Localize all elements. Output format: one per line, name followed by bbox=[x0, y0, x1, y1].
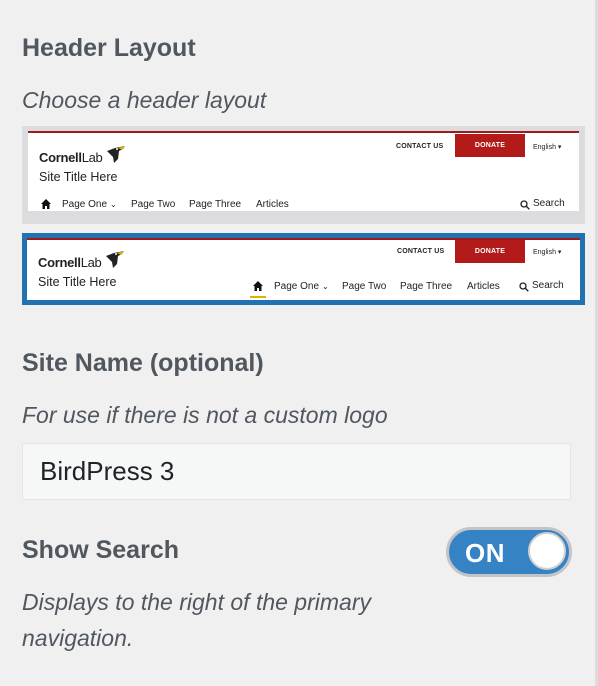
bird-logo-icon bbox=[106, 251, 124, 268]
preview-contact-link: CONTACT US bbox=[397, 248, 445, 255]
preview-language-select: English ▾ bbox=[533, 249, 562, 256]
site-name-description: For use if there is not a custom logo bbox=[22, 402, 388, 428]
chevron-down-icon: ⌄ bbox=[110, 200, 117, 209]
preview-site-title: Site Title Here bbox=[39, 170, 118, 184]
preview-logo: CornellLab bbox=[38, 255, 102, 270]
preview-site-title: Site Title Here bbox=[38, 275, 117, 289]
preview-nav-page-two: Page Two bbox=[131, 199, 176, 210]
header-layout-option-2[interactable]: CONTACT US DONATE English ▾ CornellLab S… bbox=[22, 233, 585, 305]
site-name-input[interactable] bbox=[23, 444, 570, 499]
header-preview-2: CONTACT US DONATE English ▾ CornellLab S… bbox=[27, 238, 580, 300]
preview-nav-page-three: Page Three bbox=[400, 281, 453, 292]
header-layout-description: Choose a header layout bbox=[22, 87, 267, 113]
preview-nav-articles: Articles bbox=[256, 199, 289, 210]
preview-search-label: Search bbox=[533, 198, 565, 209]
preview-donate-button: DONATE bbox=[455, 240, 525, 263]
preview-bottom-band bbox=[28, 211, 579, 218]
preview-nav-page-three: Page Three bbox=[189, 199, 242, 210]
site-name-title: Site Name (optional) bbox=[22, 349, 264, 377]
preview-nav-page-one: Page One ⌄ bbox=[62, 199, 117, 210]
toggle-state-label: ON bbox=[465, 538, 505, 568]
home-active-indicator bbox=[250, 296, 266, 298]
header-layout-title: Header Layout bbox=[22, 34, 196, 62]
preview-nav-page-one: Page One ⌄ bbox=[274, 281, 329, 292]
preview-nav-articles: Articles bbox=[467, 281, 500, 292]
bird-logo-icon bbox=[107, 146, 125, 163]
preview-logo: CornellLab bbox=[39, 150, 103, 165]
show-search-toggle[interactable]: ON bbox=[446, 527, 572, 577]
show-search-description-line-2: navigation. bbox=[22, 625, 134, 651]
search-icon bbox=[520, 200, 530, 210]
show-search-title: Show Search bbox=[22, 536, 179, 564]
search-icon bbox=[519, 282, 529, 292]
chevron-down-icon: ⌄ bbox=[322, 282, 329, 291]
site-name-field-wrapper bbox=[22, 443, 571, 500]
preview-top-line bbox=[28, 131, 579, 133]
show-search-description-line-1: Displays to the right of the primary bbox=[22, 589, 371, 615]
toggle-knob bbox=[528, 532, 566, 570]
preview-nav-page-two: Page Two bbox=[342, 281, 387, 292]
preview-contact-link: CONTACT US bbox=[396, 143, 444, 150]
home-icon bbox=[253, 281, 263, 291]
preview-search-label: Search bbox=[532, 280, 564, 291]
preview-donate-button: DONATE bbox=[455, 134, 525, 157]
header-preview-1: CONTACT US DONATE English ▾ CornellLab S… bbox=[28, 131, 579, 218]
home-icon bbox=[41, 199, 51, 209]
preview-language-select: English ▾ bbox=[533, 144, 562, 151]
header-layout-option-1[interactable]: CONTACT US DONATE English ▾ CornellLab S… bbox=[22, 126, 585, 224]
